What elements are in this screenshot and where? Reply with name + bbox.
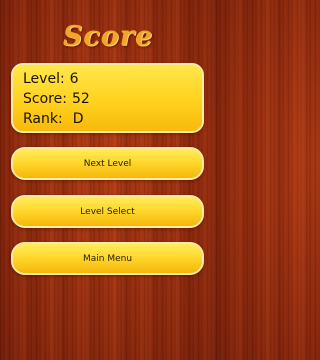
main-menu-button[interactable]: Main Menu	[11, 242, 204, 275]
level-label: Level:	[23, 71, 65, 87]
level-select-button[interactable]: Level Select	[11, 195, 204, 228]
score-stat: Score: 52	[23, 89, 202, 109]
score-title: Score	[62, 21, 154, 52]
rank-label: Rank:	[23, 111, 63, 127]
rank-stat: Rank: D	[23, 109, 202, 129]
rank-value: D	[72, 111, 84, 127]
score-label: Score:	[23, 91, 67, 107]
score-value: 52	[71, 91, 90, 107]
stats-panel: Level: 6 Score: 52 Rank: D	[11, 63, 204, 133]
level-stat: Level: 6	[23, 69, 202, 89]
level-value: 6	[69, 71, 79, 87]
next-level-button[interactable]: Next Level	[11, 147, 204, 180]
